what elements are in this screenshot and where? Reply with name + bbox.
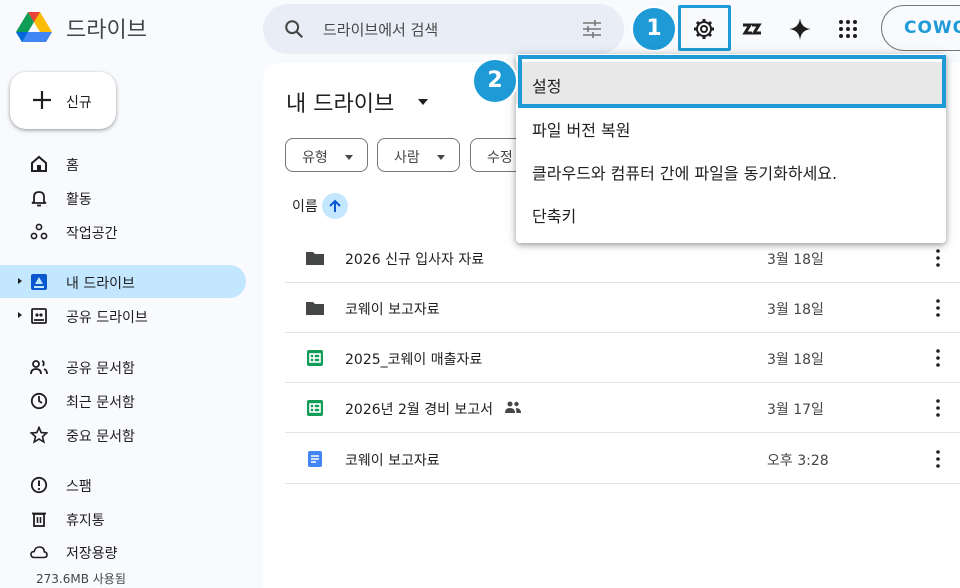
menu-item-restore-version[interactable]: 파일 버전 복원 — [516, 106, 946, 148]
apps-grid-icon[interactable] — [836, 17, 860, 41]
file-modified-date: 오후 3:28 — [767, 453, 829, 469]
my-drive-icon — [31, 274, 47, 290]
sidebar-item-trash[interactable]: 휴지통 — [0, 502, 246, 535]
file-name[interactable]: 코웨이 보고자료 — [345, 450, 440, 470]
sidebar-item-activity[interactable]: 활동 — [0, 181, 246, 214]
star-icon — [30, 426, 48, 444]
sidebar-item-shared-with-me[interactable]: 공유 문서함 — [0, 350, 246, 383]
folder-icon — [306, 302, 324, 315]
chevron-down-icon — [345, 155, 353, 160]
account-button[interactable]: COWO — [881, 5, 960, 51]
search-input[interactable]: 드라이브에서 검색 — [323, 19, 438, 40]
file-name[interactable]: 2025_코웨이 매출자료 — [345, 349, 482, 369]
menu-item-shortcuts[interactable]: 단축키 — [516, 192, 946, 234]
clock-icon — [30, 392, 48, 410]
step-badge-1: 1 — [631, 6, 677, 52]
filter-chip-type[interactable]: 유형 — [285, 138, 368, 172]
sidebar-item-starred[interactable]: 중요 문서함 — [0, 418, 246, 451]
spam-icon — [30, 476, 48, 494]
workspaces-icon — [30, 223, 48, 240]
more-vert-icon[interactable] — [931, 247, 945, 269]
sheets-icon — [307, 350, 323, 366]
sort-ascending-button[interactable] — [322, 193, 348, 219]
folder-icon — [306, 252, 324, 265]
file-name[interactable]: 코웨이 보고자료 — [345, 299, 440, 319]
sidebar-item-label: 작업공간 — [66, 226, 118, 242]
sidebar-item-label: 활동 — [66, 192, 92, 208]
plus-icon — [33, 91, 51, 109]
sheets-icon — [307, 400, 323, 416]
page-title[interactable]: 내 드라이브 — [286, 86, 394, 118]
column-header-name[interactable]: 이름 — [292, 196, 318, 216]
sidebar-item-label: 스팸 — [66, 479, 92, 495]
table-row[interactable]: 2025_코웨이 매출자료 3월 18일 — [285, 333, 960, 383]
cloud-icon — [30, 546, 48, 559]
menu-item-sync[interactable]: 클라우드와 컴퓨터 간에 파일을 동기화하세요. — [516, 149, 946, 191]
settings-item-highlight — [518, 55, 946, 108]
sidebar-item-recent[interactable]: 최근 문서함 — [0, 384, 246, 417]
sidebar-item-label: 내 드라이브 — [66, 276, 135, 292]
file-name[interactable]: 2026년 2월 경비 보고서 — [345, 399, 493, 419]
table-row[interactable]: 코웨이 보고자료 3월 18일 — [285, 283, 960, 333]
menu-item-label: 파일 버전 복원 — [532, 121, 631, 140]
people-icon — [30, 360, 48, 375]
more-vert-icon[interactable] — [931, 448, 945, 470]
sidebar-item-my-drive[interactable]: 내 드라이브 — [0, 265, 246, 298]
more-vert-icon[interactable] — [931, 297, 945, 319]
file-modified-date: 3월 18일 — [767, 252, 824, 268]
drive-logo-icon[interactable] — [16, 10, 52, 42]
workspace-app-icon[interactable] — [740, 17, 764, 41]
sidebar-item-label: 공유 문서함 — [66, 361, 135, 377]
new-button[interactable]: 신규 — [10, 72, 116, 129]
table-row[interactable]: 2026년 2월 경비 보고서 3월 17일 — [285, 383, 960, 433]
sidebar-item-label: 중요 문서함 — [66, 429, 135, 445]
app-title[interactable]: 드라이브 — [66, 12, 147, 44]
table-row[interactable]: 코웨이 보고자료 오후 3:28 — [285, 434, 960, 484]
search-options-icon[interactable] — [581, 19, 603, 39]
storage-usage-text: 273.6MB 사용됨 — [36, 572, 126, 586]
sidebar-item-label: 휴지통 — [66, 513, 105, 529]
new-button-label: 신규 — [66, 95, 92, 111]
sidebar-item-label: 공유 드라이브 — [66, 310, 148, 326]
filter-chip-label: 수정 — [487, 150, 513, 166]
filter-chip-label: 사람 — [394, 150, 420, 166]
filter-chip-label: 유형 — [302, 150, 328, 166]
sidebar-item-label: 최근 문서함 — [66, 395, 135, 411]
gemini-sparkle-icon[interactable] — [788, 17, 812, 41]
file-modified-date: 3월 18일 — [767, 302, 824, 318]
chevron-down-icon — [437, 155, 445, 160]
file-modified-date: 3월 18일 — [767, 352, 824, 368]
arrow-up-icon — [329, 199, 341, 212]
file-modified-date: 3월 17일 — [767, 402, 824, 418]
expand-caret-icon[interactable] — [16, 277, 24, 285]
sidebar-item-workspaces[interactable]: 작업공간 — [0, 215, 246, 248]
sidebar-item-storage[interactable]: 저장용량 — [0, 535, 246, 568]
shared-drive-icon — [31, 308, 47, 324]
search-bar[interactable]: 드라이브에서 검색 — [263, 4, 624, 54]
trash-icon — [32, 512, 46, 527]
sidebar-item-home[interactable]: 홈 — [0, 147, 246, 180]
docs-icon — [308, 451, 322, 467]
top-bar: 드라이브 드라이브에서 검색 1 COW — [0, 0, 960, 58]
sidebar-item-label: 저장용량 — [66, 546, 118, 562]
home-icon — [31, 155, 47, 172]
sidebar-item-shared-drives[interactable]: 공유 드라이브 — [0, 299, 246, 332]
step-badge-2: 2 — [472, 58, 518, 104]
sidebar-item-label: 홈 — [66, 158, 79, 174]
bell-icon — [31, 191, 47, 207]
expand-caret-icon[interactable] — [16, 311, 24, 319]
search-icon[interactable] — [283, 18, 305, 40]
more-vert-icon[interactable] — [931, 397, 945, 419]
shared-people-icon — [505, 401, 521, 413]
menu-item-label: 클라우드와 컴퓨터 간에 파일을 동기화하세요. — [532, 164, 838, 183]
settings-gear-icon[interactable] — [692, 17, 716, 41]
filter-chip-people[interactable]: 사람 — [377, 138, 460, 172]
more-vert-icon[interactable] — [931, 347, 945, 369]
menu-item-label: 단축키 — [532, 207, 577, 226]
file-name[interactable]: 2026 신규 입사자 자료 — [345, 249, 484, 269]
sidebar-item-spam[interactable]: 스팸 — [0, 468, 246, 501]
chevron-down-icon[interactable] — [417, 96, 429, 108]
